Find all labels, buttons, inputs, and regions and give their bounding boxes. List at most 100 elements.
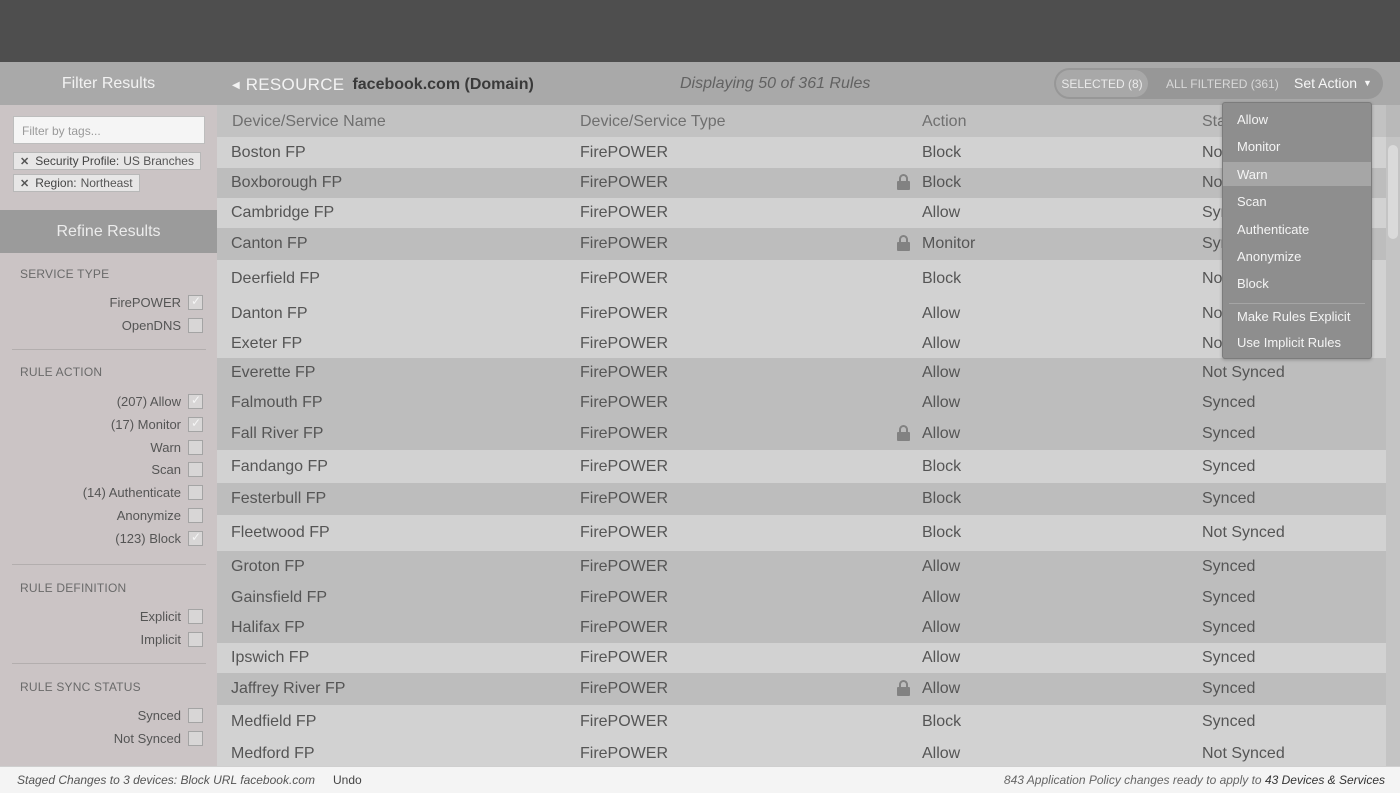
table-row[interactable]: Halifax FP FirePOWER Allow Synced <box>217 613 1386 643</box>
cell-name: Boxborough FP <box>231 174 343 191</box>
apply-summary[interactable]: 843 Application Policy changes ready to … <box>1004 773 1385 787</box>
checkbox[interactable] <box>188 608 203 624</box>
cell-action: Block <box>922 458 962 475</box>
cell-type: FirePOWER <box>580 458 668 475</box>
cell-action: Block <box>922 270 962 287</box>
cell-type: FirePOWER <box>580 745 668 762</box>
cell-type: FirePOWER <box>580 144 668 161</box>
cell-type: FirePOWER <box>580 174 668 191</box>
table-row[interactable]: Boston FPFirePOWERBlockNot Synced <box>217 137 1386 168</box>
cell-type: FirePOWER <box>580 680 668 697</box>
cell-action: Allow <box>922 394 961 411</box>
cell-type: FirePOWER <box>580 490 668 507</box>
menu-item-scan[interactable]: Scan <box>1223 189 1371 213</box>
menu-item-make-rules-explicit[interactable]: Make Rules Explicit <box>1223 304 1371 328</box>
table-row[interactable]: Gainsfield FP FirePOWER Allow Synced <box>217 583 1386 613</box>
set-action-button[interactable]: Set Action ▼ <box>1294 75 1372 91</box>
checkbox[interactable] <box>188 631 203 647</box>
table-row[interactable]: Everette FP FirePOWER Allow Not Synced <box>217 358 1386 388</box>
checkbox[interactable] <box>188 530 203 546</box>
table-row[interactable]: Canton FPFirePOWERMonitorSynced <box>217 228 1386 260</box>
displaying-count: Displaying 50 of 361 Rules <box>680 75 871 92</box>
selected-toggle-button[interactable]: SELECTED (8) <box>1056 70 1148 97</box>
set-action-menu: Allow Monitor Warn Scan Authenticate Anonymiz… <box>1222 102 1372 359</box>
filter-option[interactable]: OpenDNS <box>122 317 203 333</box>
filter-option[interactable]: Anonymize <box>117 507 203 523</box>
menu-item-block[interactable]: Block <box>1223 271 1371 295</box>
menu-item-monitor[interactable]: Monitor <box>1223 134 1371 158</box>
undo-link[interactable]: Undo <box>333 773 362 787</box>
filter-chip-region[interactable]: ✕ Region: Northeast <box>13 174 140 192</box>
checkbox[interactable] <box>188 730 203 746</box>
menu-item-allow[interactable]: Allow <box>1223 107 1371 131</box>
column-header[interactable]: Device/Service Name <box>232 113 386 131</box>
filter-option[interactable]: Explicit <box>140 608 203 624</box>
cell-status: Synced <box>1202 425 1256 442</box>
cell-name: Fall River FP <box>231 425 324 442</box>
checkbox[interactable] <box>188 317 203 333</box>
table-row[interactable]: Boxborough FPFirePOWERBlockNot Synced <box>217 168 1386 198</box>
filter-chip-security-profile[interactable]: ✕ Security Profile: US Branches <box>13 152 201 170</box>
checkbox[interactable] <box>188 484 203 500</box>
cell-name: Boston FP <box>231 144 306 161</box>
breadcrumb[interactable]: ◀ RESOURCE facebook.com (Domain) <box>232 75 534 95</box>
table-row[interactable]: Cambridge FPFirePOWERAllowSynced <box>217 198 1386 228</box>
table-row[interactable]: Festerbull FP FirePOWER Block Synced <box>217 483 1386 515</box>
filter-option[interactable]: Implicit <box>141 631 203 647</box>
lock-icon <box>897 235 910 251</box>
section-title-service-type: SERVICE TYPE <box>20 267 110 281</box>
menu-item-warn[interactable]: Warn <box>1223 162 1371 186</box>
table-row[interactable]: Medfield FP FirePOWER Block Synced <box>217 705 1386 738</box>
table-row[interactable]: Deerfield FPFirePOWERBlockNot Synced <box>217 260 1386 298</box>
scrollbar-thumb[interactable] <box>1388 145 1398 239</box>
menu-item-anonymize[interactable]: Anonymize <box>1223 244 1371 268</box>
filter-option[interactable]: (17) Monitor <box>111 416 203 432</box>
menu-item-use-implicit-rules[interactable]: Use Implicit Rules <box>1223 330 1371 354</box>
filter-option[interactable]: Synced <box>138 707 203 723</box>
all-filtered-toggle-button[interactable]: ALL FILTERED (361) <box>1166 77 1279 91</box>
cell-name: Medfield FP <box>231 713 317 730</box>
table-row[interactable]: Medford FP FirePOWER Allow Not Synced <box>217 738 1386 766</box>
remove-chip-icon[interactable]: ✕ <box>20 177 29 190</box>
filter-option[interactable]: Warn <box>150 439 203 455</box>
table-row[interactable]: Ipswich FP FirePOWER Allow Synced <box>217 643 1386 673</box>
filter-option[interactable]: (14) Authenticate <box>83 484 203 500</box>
filter-option[interactable]: Not Synced <box>114 730 203 746</box>
remove-chip-icon[interactable]: ✕ <box>20 155 29 168</box>
table-row[interactable]: Fall River FP FirePOWER Allow Synced <box>217 418 1386 450</box>
table-row[interactable]: Fleetwood FP FirePOWER Block Not Synced <box>217 515 1386 551</box>
column-header[interactable]: Action <box>922 113 966 131</box>
table-row[interactable]: Danton FPFirePOWERAllowNot Synced <box>217 298 1386 330</box>
filter-option[interactable]: (123) Block <box>115 530 203 546</box>
cell-status: Synced <box>1202 649 1256 666</box>
column-header[interactable]: Device/Service Type <box>580 113 726 131</box>
cell-status: Synced <box>1202 558 1256 575</box>
cell-action: Block <box>922 490 962 507</box>
checkbox[interactable] <box>188 416 203 432</box>
cell-name: Ipswich FP <box>231 649 310 666</box>
checkbox[interactable] <box>188 294 203 310</box>
table-row[interactable]: Fandango FP FirePOWER Block Synced <box>217 450 1386 483</box>
table-row[interactable]: Exeter FPFirePOWERAllowNot Synced <box>217 330 1386 358</box>
table-row[interactable]: Jaffrey River FP FirePOWER Allow Synced <box>217 673 1386 705</box>
checkbox[interactable] <box>188 507 203 523</box>
back-triangle-icon[interactable]: ◀ <box>232 80 240 91</box>
filter-tags-input[interactable]: Filter by tags... <box>13 116 205 144</box>
filter-option[interactable]: FirePOWER <box>110 294 203 310</box>
cell-action: Block <box>922 524 962 541</box>
table-row[interactable]: Groton FP FirePOWER Allow Synced <box>217 551 1386 583</box>
cell-action: Allow <box>922 364 961 381</box>
filter-option[interactable]: Scan <box>151 461 203 477</box>
cell-type: FirePOWER <box>580 394 668 411</box>
cell-name: Medford FP <box>231 745 315 762</box>
checkbox[interactable] <box>188 707 203 723</box>
table-row[interactable]: Falmouth FP FirePOWER Allow Synced <box>217 388 1386 418</box>
filter-option[interactable]: (207) Allow <box>117 393 203 409</box>
section-title-rule-definition: RULE DEFINITION <box>20 581 127 595</box>
cell-type: FirePOWER <box>580 364 668 381</box>
checkbox[interactable] <box>188 393 203 409</box>
checkbox[interactable] <box>188 461 203 477</box>
checkbox[interactable] <box>188 439 203 455</box>
status-footer: Staged Changes to 3 devices: Block URL f… <box>0 766 1400 793</box>
menu-item-authenticate[interactable]: Authenticate <box>1223 217 1371 241</box>
